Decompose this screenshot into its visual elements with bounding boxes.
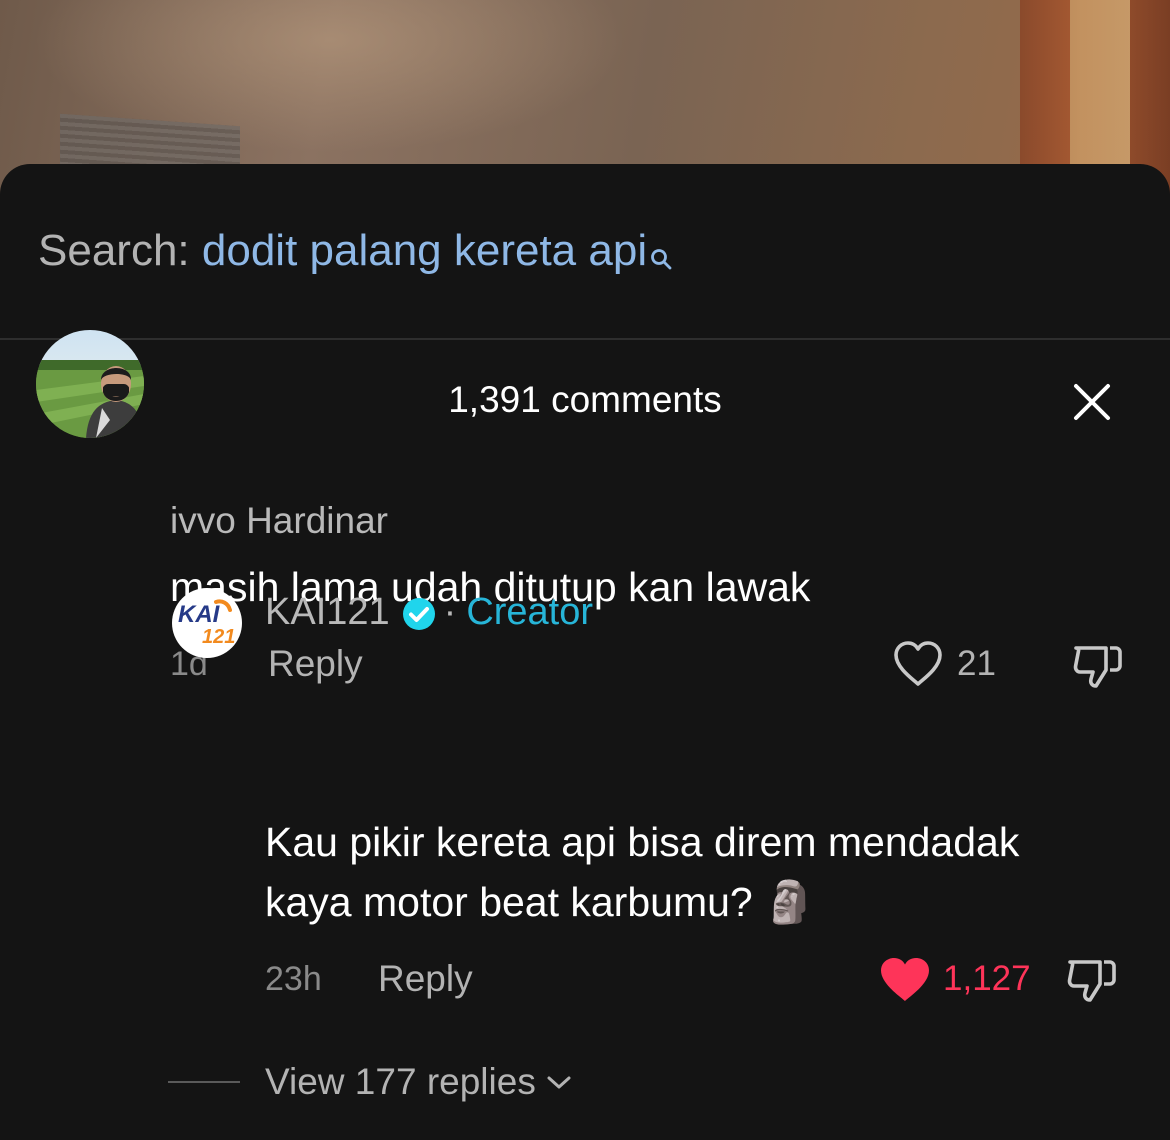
close-button[interactable] (1068, 378, 1116, 426)
reply-timestamp: 23h (265, 960, 322, 998)
heart-filled-icon (881, 958, 929, 1001)
reply-text-line-1: Kau pikir kereta api bisa direm mendadak (265, 819, 1020, 865)
thumbs-down-icon (1067, 960, 1116, 1002)
like-button[interactable] (878, 955, 932, 1005)
replies-divider-line (168, 1081, 240, 1083)
reply-text-line-2: kaya motor beat karbumu? 🗿 (265, 879, 816, 925)
divider (0, 338, 1170, 340)
creator-avatar[interactable]: KAI 121 (172, 588, 242, 658)
view-replies-button[interactable]: View 177 replies (168, 1060, 572, 1104)
search-query-link[interactable]: dodit palang kereta api (202, 226, 647, 275)
kai-logo-text: KAI (178, 601, 221, 628)
reply-header: KAI121 · Creator (265, 588, 593, 636)
search-suggestion[interactable]: Search: dodit palang kereta api (38, 224, 673, 284)
kai-logo-number: 121 (202, 626, 235, 648)
verified-badge-icon (402, 595, 436, 630)
badge-separator: · (443, 591, 457, 633)
chevron-down-icon (546, 1072, 572, 1092)
like-count: 1,127 (943, 959, 1031, 998)
avatar[interactable] (36, 330, 144, 438)
like-count: 21 (957, 644, 996, 683)
heart-outline-icon (894, 641, 942, 686)
view-replies-label: View 177 replies (265, 1061, 536, 1102)
search-label: Search: (38, 226, 190, 275)
dislike-button[interactable] (1066, 954, 1118, 1006)
comment-count-title: 1,391 comments (448, 379, 722, 420)
creator-badge: Creator (466, 591, 594, 633)
dislike-button[interactable] (1072, 640, 1124, 692)
search-icon (649, 230, 673, 284)
reply-username[interactable]: KAI121 (265, 588, 390, 636)
like-button[interactable] (892, 640, 944, 688)
reply-button[interactable]: Reply (268, 641, 363, 687)
reply-text: Kau pikir kereta api bisa direm mendadak… (265, 812, 1145, 932)
close-icon (1074, 384, 1110, 420)
thumbs-down-icon (1073, 646, 1122, 688)
comment-username[interactable]: ivvo Hardinar (170, 498, 388, 544)
reply-button[interactable]: Reply (378, 956, 473, 1002)
